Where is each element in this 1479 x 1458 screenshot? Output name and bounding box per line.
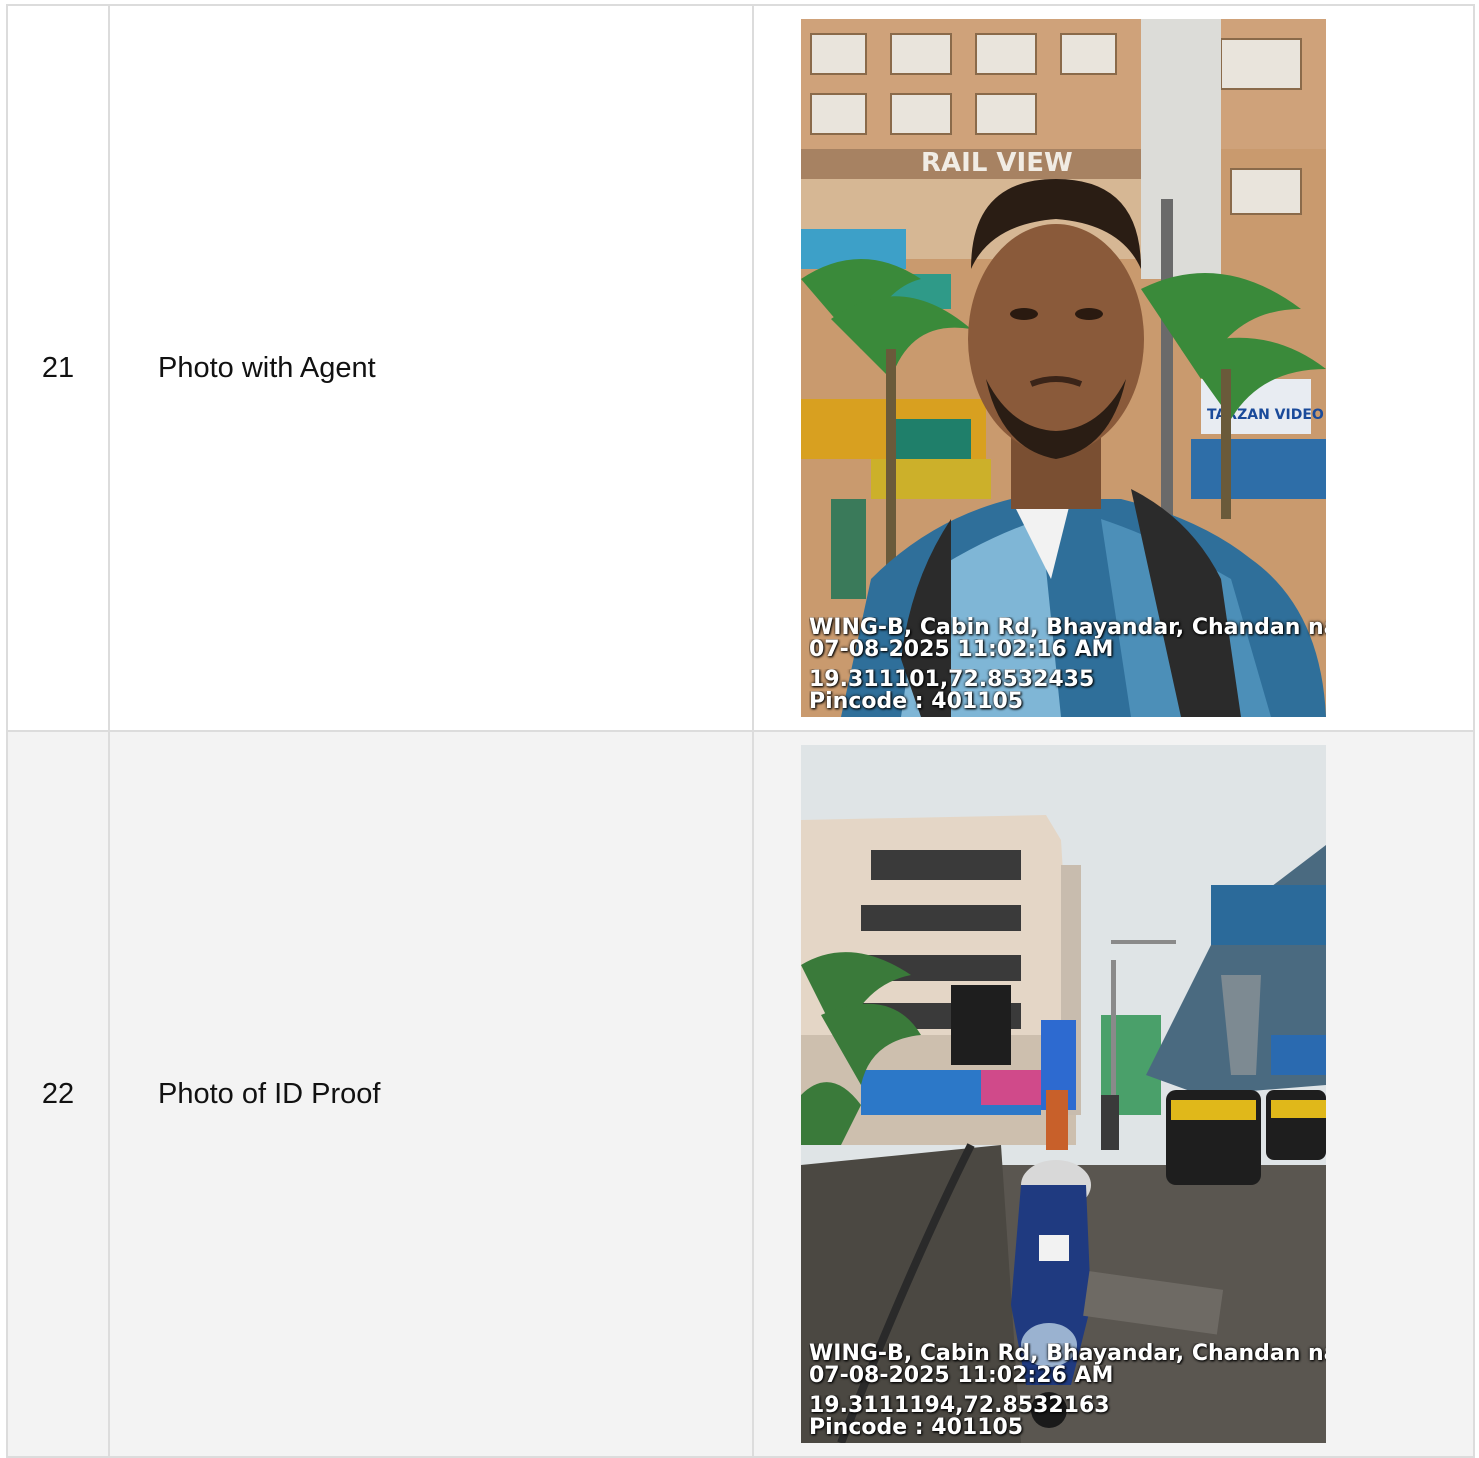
geo-timestamp-overlay: WING-B, Cabin Rd, Bhayandar, Chandan nag… <box>809 1343 1326 1439</box>
id-proof-photo[interactable]: WING-B, Cabin Rd, Bhayandar, Chandan nag… <box>801 745 1326 1443</box>
stamp-pincode: Pincode : 401105 <box>809 1417 1024 1439</box>
table-row: 22 Photo of ID Proof WING-B, Cabin Rd, B… <box>6 730 1475 1458</box>
building-sign-text: RAIL VIEW <box>921 148 1073 178</box>
stamp-pincode: Pincode : 401105 <box>809 691 1024 713</box>
stamp-datetime: 07-08-2025 11:02:16 AM <box>809 639 1114 661</box>
row-number: 22 <box>6 730 110 1458</box>
stamp-coordinates: 19.3111194,72.8532163 <box>809 1395 1110 1417</box>
agent-selfie-photo[interactable]: RAIL VIEW TARZAN VIDEO WING-B, Cabin Rd,… <box>801 19 1326 717</box>
stamp-address: WING-B, Cabin Rd, Bhayandar, Chandan nag… <box>809 617 1326 639</box>
row-label: Photo with Agent <box>108 4 754 732</box>
photo-cell: WING-B, Cabin Rd, Bhayandar, Chandan nag… <box>752 730 1475 1458</box>
street-illustration <box>801 745 1326 1443</box>
photo-report-table: 21 Photo with Agent RAIL VIEW TARZAN VID… <box>6 4 1475 1458</box>
geo-timestamp-overlay: WING-B, Cabin Rd, Bhayandar, Chandan nag… <box>809 617 1326 713</box>
stamp-coordinates: 19.311101,72.8532435 <box>809 669 1095 691</box>
selfie-illustration: RAIL VIEW TARZAN VIDEO <box>801 19 1326 717</box>
stamp-address: WING-B, Cabin Rd, Bhayandar, Chandan nag… <box>809 1343 1326 1365</box>
stamp-datetime: 07-08-2025 11:02:26 AM <box>809 1365 1114 1387</box>
row-label: Photo of ID Proof <box>108 730 754 1458</box>
table-row: 21 Photo with Agent RAIL VIEW TARZAN VID… <box>6 4 1475 732</box>
photo-cell: RAIL VIEW TARZAN VIDEO WING-B, Cabin Rd,… <box>752 4 1475 732</box>
row-number: 21 <box>6 4 110 732</box>
